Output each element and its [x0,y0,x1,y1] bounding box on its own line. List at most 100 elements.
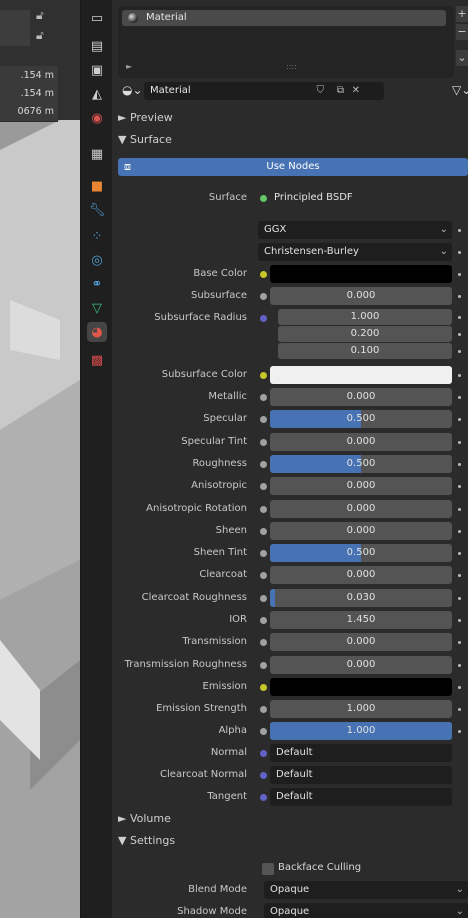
property-slider[interactable]: 0.500 [270,410,452,429]
add-slot-button[interactable]: + [456,6,468,22]
link-menu-icon[interactable]: ▽⌄ [452,83,468,97]
float-socket-icon[interactable] [260,505,267,513]
vector-socket-icon[interactable] [260,794,267,801]
vector-socket-icon[interactable] [260,315,267,322]
material-name-field[interactable]: Material ⛉ ⧉ ✕ [144,82,384,100]
keyframe-dot-icon[interactable] [458,251,461,254]
property-slider[interactable]: 0.000 [270,477,452,496]
keyframe-dot-icon[interactable] [458,529,461,533]
resize-handle-icon[interactable]: :::: [286,62,297,71]
3d-viewport[interactable]: 🔓︎ 🔓︎ .154 m .154 m 0676 m [0,0,80,918]
keyframe-dot-icon[interactable] [458,485,461,489]
vector-input-field[interactable]: Default [270,744,452,762]
float-socket-icon[interactable] [260,394,267,401]
texture-tab-icon[interactable]: ▩ [87,350,107,370]
vector-input-field[interactable]: Default [270,788,452,806]
keyframe-dot-icon[interactable] [458,316,461,319]
float-socket-icon[interactable] [260,438,267,446]
output-tab-icon[interactable]: ▣ [87,60,107,80]
keyframe-dot-icon[interactable] [458,730,461,733]
render-tab-icon[interactable]: ▤ [87,36,107,56]
property-slider[interactable]: 0.500 [270,544,452,563]
constraints-tab-icon[interactable]: ⚭ [87,274,107,294]
subsurface-radius-field[interactable]: 0.100 [278,343,452,359]
float-socket-icon[interactable] [260,572,267,580]
world-tab-icon[interactable]: ▦ [87,144,107,164]
keyframe-dot-icon[interactable] [458,273,461,276]
keyframe-dot-icon[interactable] [458,619,461,622]
lock-icon[interactable]: 🔓︎ [36,28,44,43]
float-socket-icon[interactable] [260,293,267,300]
float-socket-icon[interactable] [260,550,267,558]
property-slider[interactable]: 1.000 [270,722,452,740]
keyframe-dot-icon[interactable] [458,396,461,399]
keyframe-dot-icon[interactable] [458,507,461,511]
material-slot-list[interactable]: Material ► :::: [118,6,454,78]
subsurface-color-swatch[interactable] [270,366,452,384]
blend-mode-select[interactable]: Opaque ⌄ [264,881,468,899]
property-slider[interactable]: 0.000 [270,655,452,674]
dimension-y[interactable]: .154 m [0,84,58,104]
property-slider[interactable]: 0.000 [270,633,452,652]
modifier-tab-icon[interactable]: 🔧︎ [87,200,107,220]
fake-user-shield-icon[interactable]: ⛉ [317,82,325,100]
shadow-mode-select[interactable]: Opaque ⌄ [264,903,468,918]
surface-shader-value[interactable]: Principled BSDF [274,192,353,203]
property-slider[interactable]: 0.000 [270,566,452,585]
dimension-z[interactable]: 0676 m [0,102,58,122]
property-slider[interactable]: 0.500 [270,454,452,473]
float-socket-icon[interactable] [260,594,267,602]
float-socket-icon[interactable] [260,483,267,491]
float-socket-icon[interactable] [260,416,267,424]
material-tab-icon[interactable]: ◕ [87,322,107,342]
float-socket-icon[interactable] [260,706,267,713]
property-slider[interactable]: 0.000 [270,432,452,451]
keyframe-dot-icon[interactable] [458,333,461,336]
preview-section-header[interactable]: ► Preview [112,108,468,128]
float-socket-icon[interactable] [260,639,267,647]
float-socket-icon[interactable] [260,527,267,535]
keyframe-dot-icon[interactable] [458,440,461,444]
tool-tab-icon[interactable]: ▭ [87,8,107,28]
shader-socket-icon[interactable] [260,195,267,202]
keyframe-dot-icon[interactable] [458,663,461,667]
property-slider[interactable]: 0.000 [270,287,452,305]
vector-input-field[interactable]: Default [270,766,452,784]
keyframe-dot-icon[interactable] [458,418,461,422]
property-slider[interactable]: 1.000 [270,700,452,718]
keyframe-dot-icon[interactable] [458,552,461,556]
float-socket-icon[interactable] [260,460,267,468]
emission-swatch[interactable] [270,678,452,696]
physics-tab-icon[interactable]: ◎ [87,250,107,270]
keyframe-dot-icon[interactable] [458,708,461,711]
keyframe-dot-icon[interactable] [458,574,461,578]
keyframe-dot-icon[interactable] [458,462,461,466]
data-tab-icon[interactable]: ▽ [87,298,107,318]
dimension-x[interactable]: .154 m [0,66,58,86]
keyframe-dot-icon[interactable] [458,295,461,298]
keyframe-dot-icon[interactable] [458,229,461,232]
lock-icon[interactable]: 🔓︎ [36,8,44,23]
remove-slot-button[interactable]: − [456,24,468,40]
property-slider[interactable]: 0.000 [270,521,452,540]
use-nodes-button[interactable]: ⧈ Use Nodes [118,158,468,176]
object-tab-icon[interactable]: ■ [87,176,107,196]
vector-socket-icon[interactable] [260,772,267,779]
float-socket-icon[interactable] [260,617,267,624]
property-slider[interactable]: 0.030 [270,588,452,607]
slot-menu-chevron-icon[interactable]: ⌄ [456,50,468,66]
property-slider[interactable]: 1.450 [270,611,452,629]
vector-socket-icon[interactable] [260,750,267,757]
material-slot-item[interactable]: Material [122,10,446,26]
subsurface-radius-field[interactable]: 1.000 [278,309,452,325]
color-socket-icon[interactable] [260,271,267,278]
scene-tab-icon[interactable]: ◉ [87,108,107,128]
backface-culling-checkbox[interactable] [262,863,274,875]
property-slider[interactable]: 0.000 [270,499,452,518]
keyframe-dot-icon[interactable] [458,596,461,600]
expand-icon[interactable]: ► [126,62,132,71]
subsurface-radius-field[interactable]: 0.200 [278,326,452,342]
settings-section-header[interactable]: ▼ Settings [112,831,468,851]
keyframe-dot-icon[interactable] [458,350,461,353]
particles-tab-icon[interactable]: ⁘ [87,226,107,246]
